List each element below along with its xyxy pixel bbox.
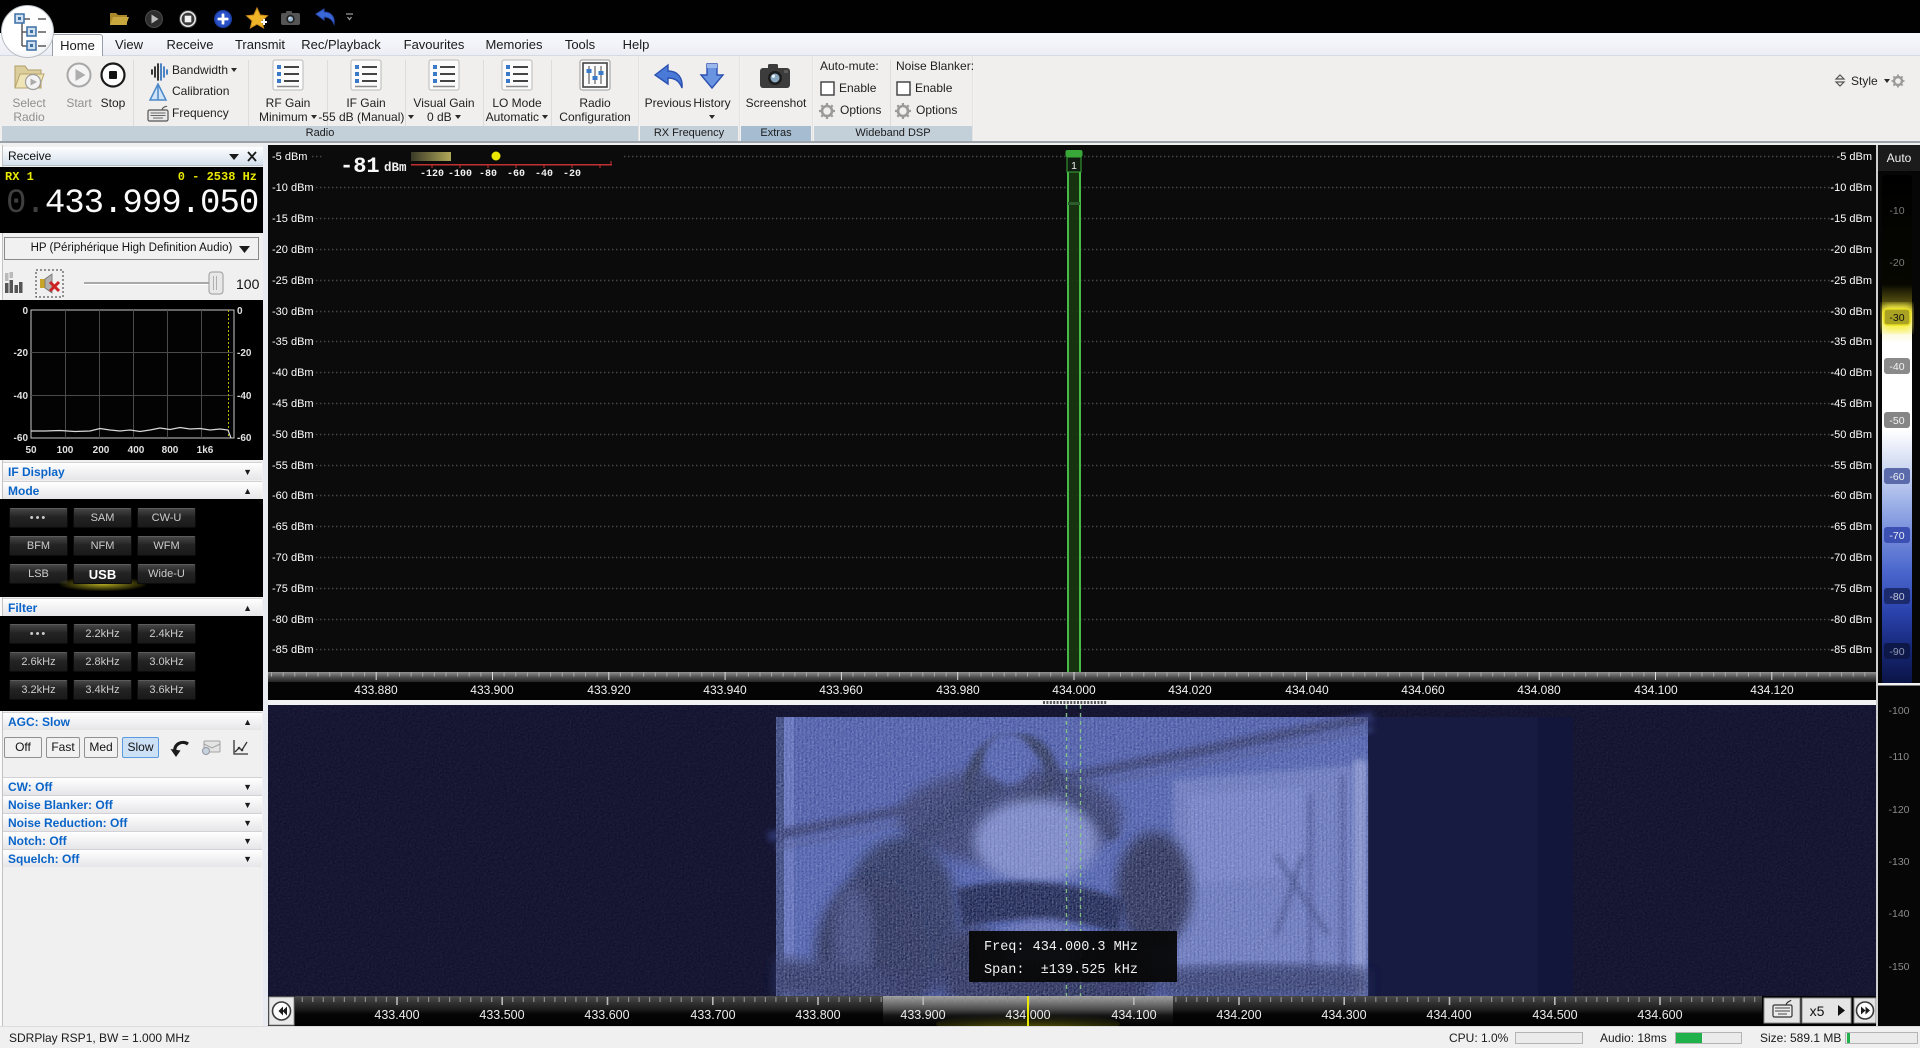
svg-text:-35 dBm: -35 dBm (272, 336, 314, 348)
svg-text:-65 dBm: -65 dBm (272, 521, 314, 533)
svg-text:-110: -110 (1889, 751, 1909, 763)
svg-text:-60: -60 (14, 433, 29, 444)
svg-text:50: 50 (25, 445, 37, 456)
svg-text:433.900: 433.900 (900, 1008, 945, 1022)
svg-text:-40 dBm: -40 dBm (272, 367, 314, 379)
svg-text:-70 dBm: -70 dBm (272, 552, 314, 564)
svg-text:-5 dBm: -5 dBm (1837, 151, 1872, 163)
svg-text:433.500: 433.500 (479, 1008, 524, 1022)
svg-text:-75 dBm: -75 dBm (1830, 583, 1872, 595)
svg-text:-80: -80 (1889, 591, 1904, 603)
svg-text:433.700: 433.700 (690, 1008, 735, 1022)
svg-text:-45 dBm: -45 dBm (1830, 398, 1872, 410)
svg-text:-70 dBm: -70 dBm (1830, 552, 1872, 564)
svg-text:1k6: 1k6 (197, 445, 214, 456)
svg-text:-45 dBm: -45 dBm (272, 398, 314, 410)
svg-text:-50: -50 (1889, 415, 1904, 427)
svg-text:-20: -20 (14, 348, 29, 359)
svg-text:-90: -90 (1889, 646, 1904, 658)
svg-text:-130: -130 (1888, 856, 1909, 868)
svg-text:1: 1 (1071, 160, 1077, 172)
svg-text:-25 dBm: -25 dBm (1830, 275, 1872, 287)
svg-text:-50 dBm: -50 dBm (1830, 429, 1872, 441)
svg-text:-15 dBm: -15 dBm (1830, 213, 1872, 225)
svg-text:0: 0 (237, 306, 243, 317)
svg-text:-100: -100 (448, 169, 472, 180)
svg-text:100: 100 (236, 276, 260, 292)
svg-text:-85 dBm: -85 dBm (1830, 644, 1872, 656)
svg-text:800: 800 (162, 445, 179, 456)
svg-text:-20 dBm: -20 dBm (272, 244, 314, 256)
svg-text:-60: -60 (1889, 471, 1904, 483)
svg-text:-60: -60 (507, 169, 525, 180)
svg-text:-30 dBm: -30 dBm (1830, 306, 1872, 318)
svg-text:Freq: 434.000.3 MHz: Freq: 434.000.3 MHz (984, 940, 1138, 955)
svg-text:400: 400 (128, 445, 145, 456)
svg-text:-65 dBm: -65 dBm (1830, 521, 1872, 533)
svg-text:-55 dBm: -55 dBm (272, 460, 314, 472)
svg-text:-40: -40 (14, 391, 29, 402)
svg-text:-60 dBm: -60 dBm (1830, 490, 1872, 502)
svg-text:434.500: 434.500 (1532, 1008, 1577, 1022)
svg-text:434.200: 434.200 (1216, 1008, 1261, 1022)
svg-text:-85 dBm: -85 dBm (272, 644, 314, 656)
svg-text:433.600: 433.600 (584, 1008, 629, 1022)
svg-text:-10 dBm: -10 dBm (1830, 182, 1872, 194)
svg-text:-10: -10 (1889, 205, 1904, 217)
svg-text:-120: -120 (1888, 804, 1909, 816)
svg-text:-20: -20 (1889, 257, 1904, 269)
svg-text:0: 0 (22, 306, 28, 317)
svg-text:-80 dBm: -80 dBm (1830, 614, 1872, 626)
svg-text:-40: -40 (1889, 361, 1904, 373)
svg-text:-75 dBm: -75 dBm (272, 583, 314, 595)
svg-text:-10 dBm: -10 dBm (272, 182, 314, 194)
svg-text:x5: x5 (1810, 1003, 1825, 1019)
svg-text:434.600: 434.600 (1637, 1008, 1682, 1022)
svg-text:-60 dBm: -60 dBm (272, 490, 314, 502)
svg-text:-5 dBm: -5 dBm (272, 151, 307, 163)
svg-text:-80 dBm: -80 dBm (272, 614, 314, 626)
svg-text:-80: -80 (479, 169, 497, 180)
svg-text:-60: -60 (237, 433, 252, 444)
svg-text:433.400: 433.400 (374, 1008, 419, 1022)
svg-text:-15 dBm: -15 dBm (272, 213, 314, 225)
svg-text:-100: -100 (1888, 705, 1909, 717)
svg-text:434.100: 434.100 (1111, 1008, 1156, 1022)
svg-text:-30: -30 (1889, 312, 1904, 324)
svg-text:Span: ±139.525 kHz: Span: ±139.525 kHz (984, 963, 1138, 978)
svg-text:200: 200 (93, 445, 110, 456)
svg-text:-120: -120 (420, 169, 444, 180)
svg-text:-20: -20 (563, 169, 581, 180)
svg-text:-25 dBm: -25 dBm (272, 275, 314, 287)
svg-text:-35 dBm: -35 dBm (1830, 336, 1872, 348)
svg-text:-40: -40 (535, 169, 553, 180)
svg-text:-40 dBm: -40 dBm (1830, 367, 1872, 379)
svg-text:434.400: 434.400 (1426, 1008, 1471, 1022)
svg-text:-50 dBm: -50 dBm (272, 429, 314, 441)
svg-text:-140: -140 (1888, 908, 1909, 920)
svg-text:dBm: dBm (384, 161, 407, 175)
svg-text:-20 dBm: -20 dBm (1830, 244, 1872, 256)
svg-text:-70: -70 (1889, 530, 1904, 542)
svg-text:Auto: Auto (1887, 151, 1912, 165)
svg-text:-30 dBm: -30 dBm (272, 306, 314, 318)
svg-text:-55 dBm: -55 dBm (1830, 460, 1872, 472)
svg-text:100: 100 (57, 445, 74, 456)
svg-text:-20: -20 (237, 348, 252, 359)
svg-text:-40: -40 (237, 391, 252, 402)
svg-text:-150: -150 (1888, 961, 1909, 973)
svg-text:-81: -81 (340, 154, 380, 179)
svg-text:433.800: 433.800 (795, 1008, 840, 1022)
svg-text:434.300: 434.300 (1321, 1008, 1366, 1022)
